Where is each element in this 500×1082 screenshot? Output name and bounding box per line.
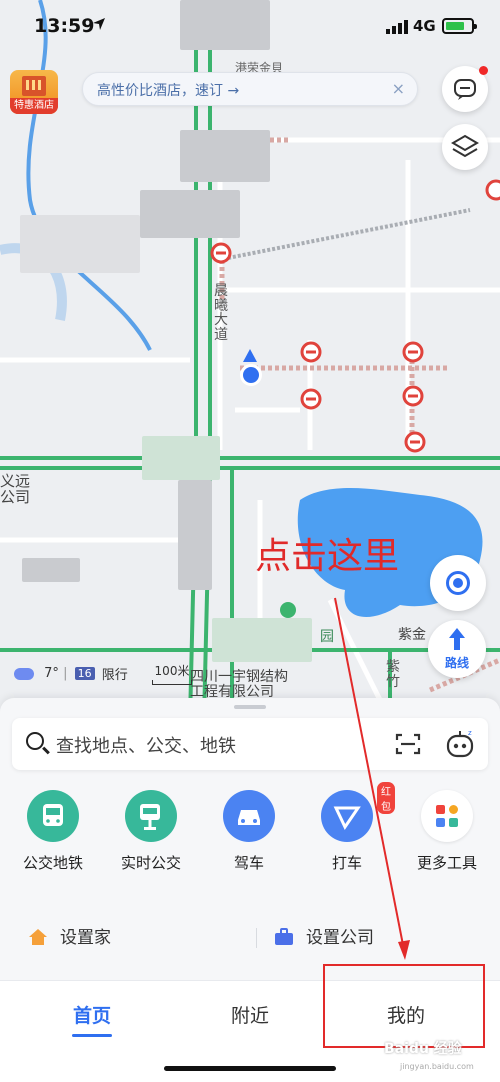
close-icon[interactable]: × <box>392 79 405 98</box>
briefcase-icon <box>274 923 294 945</box>
battery-icon <box>442 18 477 34</box>
blurred-poi <box>212 618 312 662</box>
search-icon <box>26 732 44 750</box>
tool-realtime-bus[interactable]: 实时公交 <box>101 790 201 873</box>
blurred-poi <box>22 558 80 582</box>
company-label: 设置公司 <box>306 928 374 948</box>
map-scale: 100米 <box>152 662 192 685</box>
tool-taxi[interactable]: 红包 打车 <box>297 782 397 873</box>
locate-me-button[interactable] <box>430 555 486 611</box>
layers-icon <box>451 134 479 158</box>
taxi-icon: 红包 <box>321 782 395 842</box>
svg-text:z: z <box>468 729 472 737</box>
message-button[interactable] <box>442 66 488 112</box>
scale-label: 100米 <box>154 664 190 678</box>
bus-icon <box>27 790 79 842</box>
temperature: 7° <box>44 666 59 681</box>
tool-more[interactable]: 更多工具 <box>397 790 497 873</box>
apps-grid-icon <box>421 790 473 842</box>
bus-stop-icon <box>125 790 177 842</box>
hotel-building-icon <box>22 76 46 96</box>
location-arrow-icon <box>93 18 105 30</box>
home-label: 设置家 <box>60 928 111 948</box>
set-company-button[interactable]: 设置公司 <box>274 920 374 956</box>
park-label: 园 <box>320 629 334 645</box>
tool-label: 实时公交 <box>120 854 181 872</box>
tool-bus-metro[interactable]: 公交地铁 <box>3 790 103 873</box>
voice-assistant-icon[interactable]: z <box>444 727 476 759</box>
route-button[interactable]: 路线 <box>428 620 486 678</box>
company-label: 四川一宇钢结构 工程有限公司 <box>190 669 288 700</box>
route-arrow-icon <box>449 628 465 650</box>
hint-text: 高性价比酒店，速订 → <box>97 83 240 99</box>
map-view[interactable]: 港荣金貝 晨曦大道 义远 公司 四川一宇钢结构 工程有限公司 园 紫金 紫竹 点… <box>0 0 500 720</box>
route-label: 路线 <box>444 656 469 670</box>
quick-tools: 公交地铁 实时公交 驾车 红包 打车 更多工具 <box>0 782 500 880</box>
tool-drive[interactable]: 驾车 <box>199 790 299 873</box>
watermark-url: jingyan.baidu.com <box>400 1062 474 1071</box>
map-roads <box>0 0 500 720</box>
network-type: 4G <box>413 17 436 35</box>
cloud-icon <box>14 667 34 680</box>
annotation-highlight-box <box>323 964 485 1048</box>
weather-widget[interactable]: 7° | 16 限行 <box>14 664 128 686</box>
hotel-promo-button[interactable]: 特惠酒店 <box>10 70 58 114</box>
tab-home[interactable]: 首页 <box>32 1001 152 1037</box>
tool-label: 打车 <box>331 854 362 872</box>
hotel-promo-label: 特惠酒店 <box>10 98 58 114</box>
road-label: 晨曦大道 <box>214 283 228 344</box>
notification-dot <box>479 66 488 75</box>
blurred-poi <box>178 480 212 590</box>
car-icon <box>223 790 275 842</box>
layers-button[interactable] <box>442 124 488 170</box>
aqi-badge: 16 <box>74 667 95 680</box>
tool-label: 驾车 <box>233 854 264 872</box>
saved-places: 设置家 设置公司 <box>0 920 500 956</box>
tab-nearby[interactable]: 附近 <box>190 1001 310 1028</box>
scan-icon[interactable] <box>395 732 421 756</box>
red-packet-badge: 红包 <box>377 782 395 814</box>
annotation-text: 点击这里 <box>255 536 400 577</box>
search-placeholder: 查找地点、公交、地铁 <box>56 736 236 757</box>
tool-label: 更多工具 <box>416 854 477 872</box>
clock: 13:59 <box>34 15 95 37</box>
hotel-search-hint[interactable]: 高性价比酒店，速订 → × <box>82 72 418 106</box>
blurred-poi <box>142 436 220 480</box>
watermark: Baidu 经验 <box>384 1041 462 1057</box>
map-label-left: 义远 公司 <box>0 472 31 506</box>
search-input[interactable]: 查找地点、公交、地铁 z <box>12 718 488 770</box>
home-icon <box>28 923 48 945</box>
blurred-poi <box>140 190 240 238</box>
home-indicator <box>164 1066 336 1071</box>
park-label-2: 紫金 <box>398 627 426 643</box>
drag-handle[interactable] <box>234 705 266 709</box>
blurred-poi <box>180 130 270 182</box>
blurred-poi <box>20 215 140 273</box>
set-home-button[interactable]: 设置家 <box>28 920 111 956</box>
signal-icon <box>386 20 408 34</box>
locate-icon <box>446 571 470 595</box>
status-bar: 13:59 4G <box>0 0 500 54</box>
divider <box>256 928 257 948</box>
tool-label: 公交地铁 <box>22 854 83 872</box>
restriction-label: 限行 <box>101 668 128 683</box>
park-label-vertical: 紫竹 <box>386 659 400 690</box>
